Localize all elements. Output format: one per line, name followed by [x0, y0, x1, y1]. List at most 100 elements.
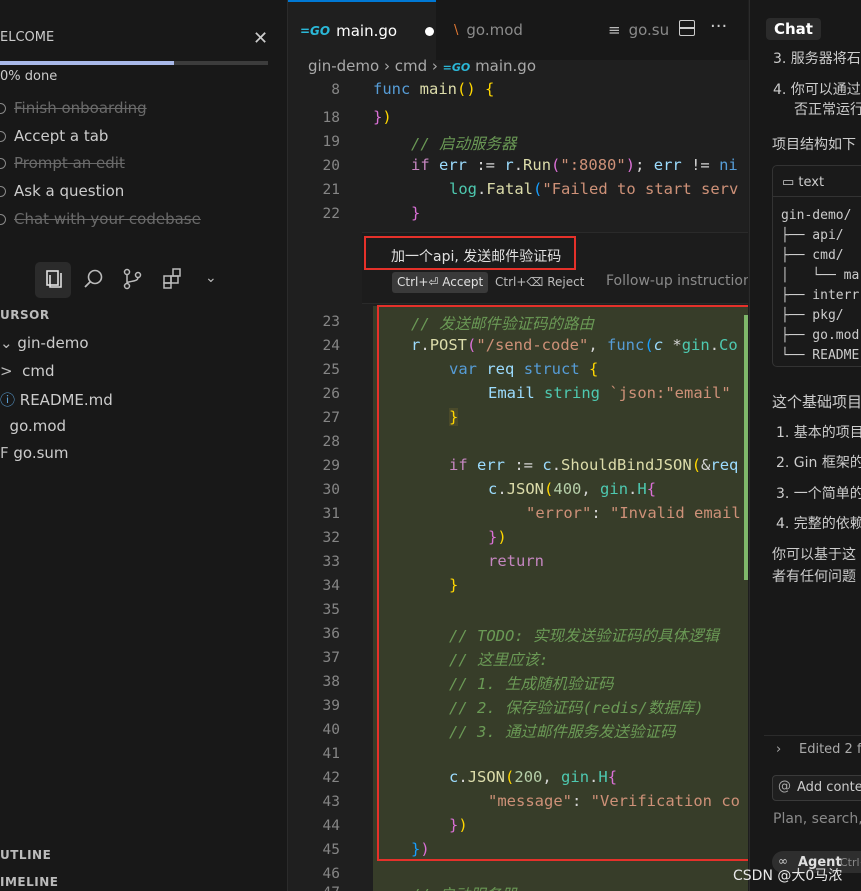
search-icon[interactable]: [83, 268, 105, 294]
chevron-right-icon: ›: [383, 57, 390, 75]
breadcrumb-item[interactable]: main.go: [475, 57, 536, 75]
chevron-down-icon: ⌄: [0, 334, 18, 352]
code-line: "error": "Invalid email: [526, 504, 741, 522]
code-line: Email string `json:"email": [488, 384, 731, 402]
file-icon: ▭: [782, 175, 799, 190]
watermark: CSDN @大0马浓: [733, 868, 843, 884]
rss-icon: \: [454, 22, 459, 38]
tree-file-gomod[interactable]: go.mod: [0, 417, 67, 435]
breadcrumb: gin-demo › cmd › =GO main.go: [308, 57, 536, 75]
chevron-down-icon[interactable]: ⌄: [205, 270, 217, 286]
chat-text: 项目结构如下: [772, 137, 856, 153]
code-comment: // 1. 生成随机验证码: [449, 675, 614, 693]
extensions-icon[interactable]: [162, 268, 184, 294]
line-number: 24: [322, 338, 340, 354]
progress-track: [0, 61, 268, 65]
chevron-right-icon: ›: [776, 742, 782, 757]
code-block-label: ▭ text: [782, 175, 824, 190]
tree-folder-cmd[interactable]: > cmd: [0, 362, 55, 380]
code-line: }): [488, 528, 507, 546]
onboarding-accept-tab[interactable]: Accept a tab: [0, 127, 108, 145]
line-number: 28: [322, 434, 340, 450]
code-number: 200: [514, 768, 543, 786]
go-file-icon: =GO: [442, 61, 471, 74]
tree-line: │ └── ma: [781, 268, 860, 283]
onboarding-chat-codebase[interactable]: Chat with your codebase: [0, 210, 201, 228]
tree-file-readme[interactable]: ⓘ README.md: [0, 389, 113, 410]
accept-button[interactable]: Ctrl+⏎ Accept: [392, 272, 489, 293]
line-number: 31: [322, 506, 340, 522]
chat-input[interactable]: Plan, search,: [773, 811, 861, 827]
chat-text: 者有任何问题: [772, 569, 856, 585]
onboarding-prompt-edit[interactable]: Prompt an edit: [0, 154, 125, 172]
code-line: }: [449, 576, 459, 594]
source-control-icon[interactable]: [122, 268, 144, 294]
tree-root[interactable]: ⌄ gin-demo: [0, 334, 89, 352]
code-line: "message": "Verification co: [488, 792, 740, 810]
code-comment: // 这里应该:: [449, 651, 549, 669]
onboarding-label: Prompt an edit: [14, 154, 125, 172]
progress-fill: [0, 61, 175, 65]
progress-label: 0% done: [0, 69, 58, 84]
code-comment: // 启动服务器: [411, 883, 517, 891]
editor: =GO main.go \ go.mod ≡ go.su ··· gin-dem…: [288, 0, 748, 891]
divider: [772, 196, 861, 197]
followup-input[interactable]: Follow-up instructions: [606, 273, 748, 289]
line-number: 22: [322, 206, 340, 222]
breadcrumb-item[interactable]: cmd: [395, 57, 427, 75]
chat-text: 4. 你可以通过: [773, 82, 861, 98]
split-editor-icon[interactable]: [679, 20, 695, 36]
reject-button[interactable]: Ctrl+⌫ Reject: [495, 275, 584, 289]
line-number: 41: [322, 746, 340, 762]
tab-go-sum[interactable]: ≡ go.su: [588, 0, 669, 60]
line-number: 32: [322, 530, 340, 546]
outline-section-title[interactable]: UTLINE: [0, 848, 51, 862]
chat-text: 这个基础项目: [772, 393, 861, 411]
timeline-section-title[interactable]: IMELINE: [0, 875, 58, 889]
file-icon: F: [0, 444, 14, 462]
add-context-button[interactable]: @ Add contex: [772, 775, 861, 801]
line-number: 43: [322, 794, 340, 810]
code-string: :8080: [569, 156, 617, 174]
tree-root-label: gin-demo: [17, 334, 89, 352]
line-number: 40: [322, 722, 340, 738]
tree-file-gosum[interactable]: F go.sum: [0, 444, 69, 462]
tab-go-mod[interactable]: \ go.mod: [438, 0, 586, 60]
tree-line: gin-demo/: [781, 208, 852, 223]
chat-text: 3. 服务器将石: [773, 51, 861, 67]
code-string: `json:"email": [609, 384, 731, 402]
line-number: 35: [322, 602, 340, 618]
agent-shortcut: Ctrl+: [840, 856, 861, 869]
chat-title-tab[interactable]: Chat: [766, 18, 821, 40]
line-number: 46: [322, 866, 340, 882]
chevron-right-icon: >: [0, 362, 23, 380]
onboarding-ask-question[interactable]: Ask a question: [0, 182, 124, 200]
code-string: "message": [488, 792, 572, 810]
code-string: "error": [526, 504, 592, 522]
line-number: 20: [322, 158, 340, 174]
code-string: "Invalid email: [610, 504, 741, 522]
explorer-icon[interactable]: [35, 262, 71, 298]
tree-file-label: README.md: [19, 391, 113, 409]
edited-files-row[interactable]: › Edited 2 fi: [764, 735, 861, 766]
explorer-section-title[interactable]: URSOR: [0, 308, 50, 322]
code-block-lang: text: [798, 175, 825, 190]
tree-line: └── README: [781, 348, 860, 363]
tab-main-go[interactable]: =GO main.go: [288, 0, 436, 60]
onboarding-finish[interactable]: Finish onboarding: [0, 99, 147, 117]
more-actions-icon[interactable]: ···: [710, 16, 727, 37]
breadcrumb-item[interactable]: gin-demo: [308, 57, 379, 75]
at-icon: @: [778, 779, 791, 794]
onboarding-label: Finish onboarding: [14, 99, 147, 117]
code-string: "Verification co: [590, 792, 740, 810]
code-line: if err := c.ShouldBindJSON(&req: [449, 456, 739, 474]
chat-text: 否正常运行: [794, 102, 861, 118]
line-number: 23: [322, 314, 340, 330]
tree-folder-label: cmd: [22, 362, 55, 380]
close-icon[interactable]: ✕: [253, 28, 268, 49]
line-number: 47: [288, 885, 340, 891]
unsaved-dot-icon[interactable]: [425, 26, 435, 36]
go-file-icon: =GO: [300, 24, 331, 38]
add-context-label: Add contex: [797, 780, 861, 795]
welcome-title: ELCOME: [0, 30, 55, 45]
